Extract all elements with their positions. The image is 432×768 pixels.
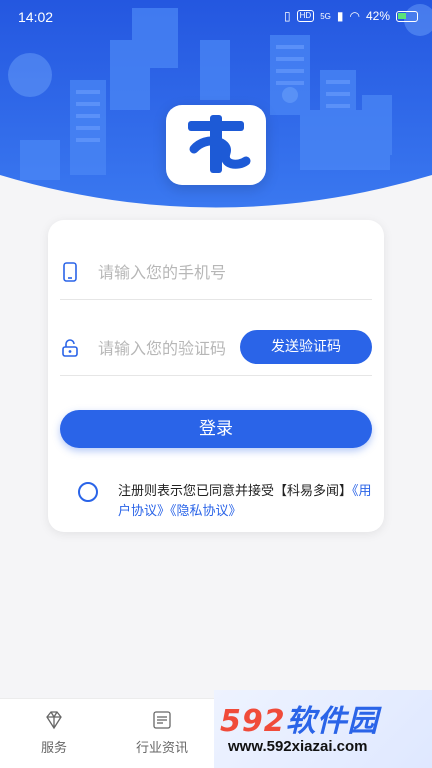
battery-text: 42% [365, 9, 390, 23]
tab-label: 服务 [40, 741, 67, 756]
site-watermark: 592软件园 www.592xiazai.com [214, 690, 432, 768]
status-time: 14:02 [18, 9, 54, 25]
tab-industry-news[interactable]: 行业资讯 [108, 709, 216, 756]
watermark-name: 软件园 [285, 704, 379, 739]
news-icon [153, 711, 171, 729]
hd-badge: HD [296, 10, 315, 22]
watermark-url: www.592xiazai.com [228, 738, 368, 755]
tab-services[interactable]: 服务 [0, 709, 108, 756]
send-code-button[interactable]: 发送验证码 [240, 330, 372, 364]
login-card: 发送验证码 登录 注册则表示您已同意并接受【科易多闻】《用户协议》《隐私协议》 [48, 220, 384, 532]
vibrate-icon: ▯ [284, 9, 291, 23]
agreement-checkbox[interactable] [78, 482, 98, 502]
app-logo [166, 105, 266, 185]
login-button[interactable]: 登录 [60, 410, 372, 448]
watermark-number: 592 [220, 704, 286, 739]
watermark-title: 592软件园 [220, 696, 379, 740]
status-bar: 14:02 ▯ HD 5G ▮ ◠ 42% [0, 0, 432, 36]
phone-input[interactable] [98, 258, 368, 286]
lock-icon [62, 339, 78, 357]
privacy-link[interactable]: 《隐私协议》 [170, 504, 242, 519]
status-icons: ▯ HD 5G ▮ ◠ 42% [284, 9, 418, 23]
wifi-icon: ◠ [349, 9, 360, 23]
logo-icon [188, 115, 251, 173]
phone-field [60, 244, 372, 300]
agreement-text: 注册则表示您已同意并接受【科易多闻】 [118, 484, 353, 499]
signal-icon: ▮ [336, 9, 344, 23]
battery-icon [396, 10, 418, 22]
tab-label: 行业资讯 [135, 741, 188, 756]
network-label: 5G [320, 11, 331, 21]
code-input[interactable] [98, 334, 238, 362]
diamond-icon [46, 711, 62, 730]
phone-icon [63, 262, 77, 282]
code-field: 发送验证码 [60, 320, 372, 376]
agreement-text-block: 注册则表示您已同意并接受【科易多闻】《用户协议》《隐私协议》 [118, 482, 378, 522]
